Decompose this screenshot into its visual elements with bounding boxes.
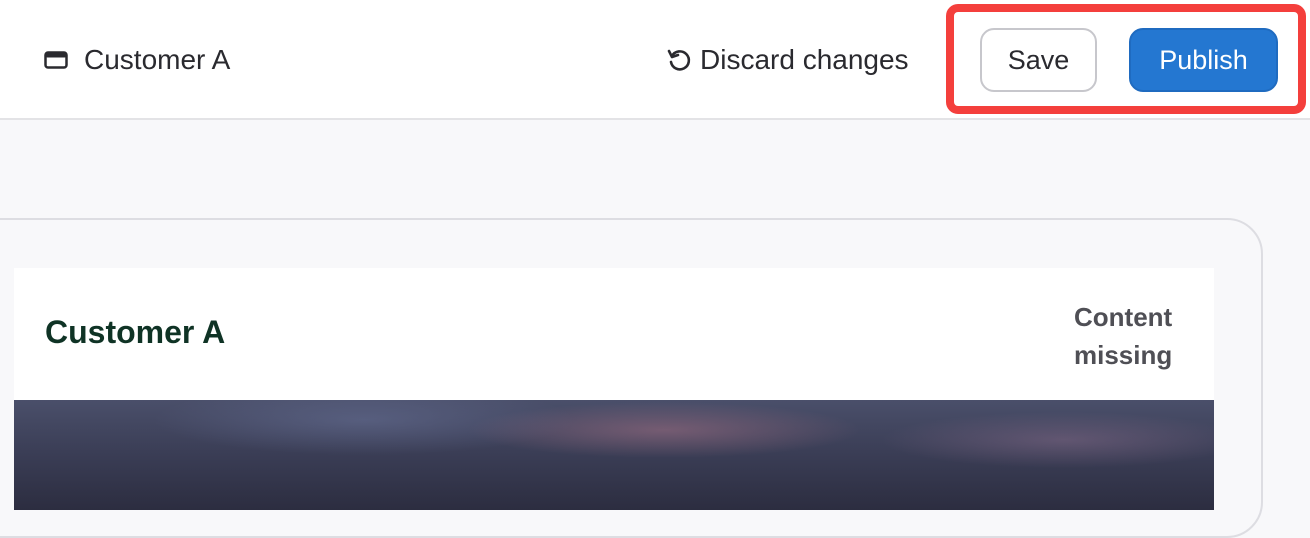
undo-icon (666, 47, 692, 73)
discard-changes-button[interactable]: Discard changes (666, 40, 909, 80)
discard-changes-label: Discard changes (700, 44, 909, 75)
top-toolbar: Customer A Discard changes Save Publish (0, 0, 1310, 120)
publish-button[interactable]: Publish (1129, 28, 1278, 92)
customer-card[interactable]: Customer A Content missing (14, 268, 1214, 510)
window-title-text: Customer A (84, 44, 231, 75)
card-title: Customer A (45, 314, 226, 350)
save-button[interactable]: Save (980, 28, 1097, 92)
window-title: Customer A (44, 40, 230, 80)
content-status-badge: Content missing (1074, 302, 1173, 370)
browser-window-icon (44, 51, 68, 69)
card-cover-image (14, 400, 1214, 510)
